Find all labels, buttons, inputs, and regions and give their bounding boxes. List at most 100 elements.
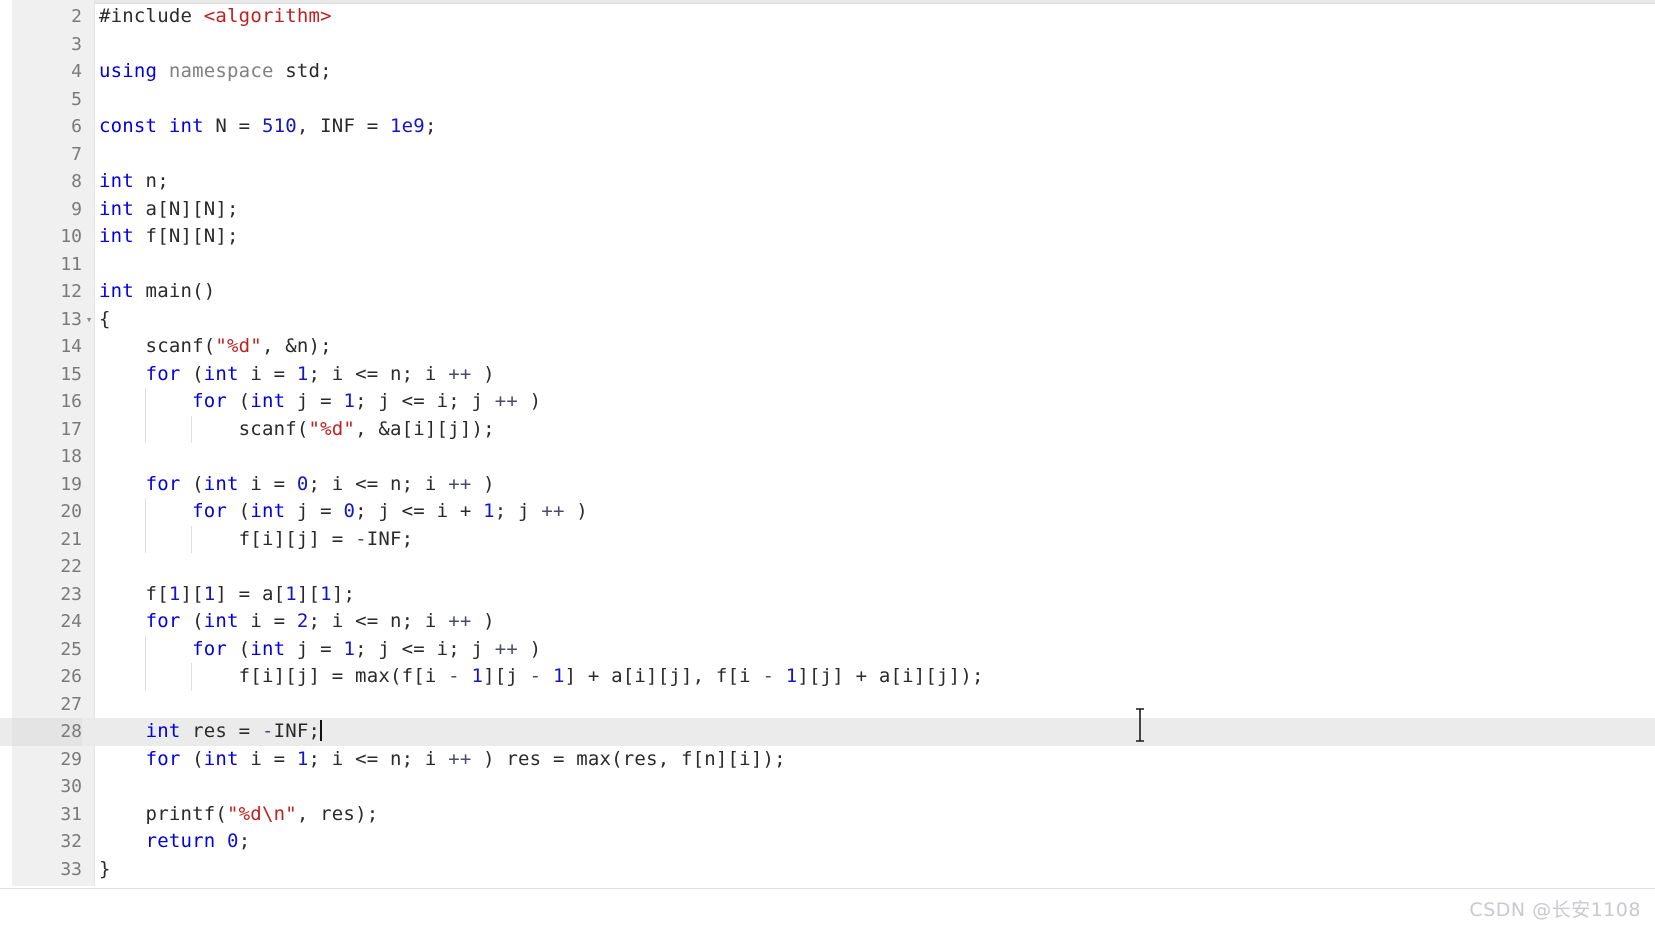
line-number[interactable]: 15 [12, 361, 82, 389]
code-line[interactable]: 3 [0, 31, 1655, 59]
line-number[interactable]: 4 [12, 58, 82, 86]
code-token: int [99, 225, 134, 247]
line-number[interactable]: 29 [12, 746, 82, 774]
code-token: { [99, 307, 111, 330]
code-token: ) [471, 362, 495, 385]
line-number[interactable]: 32 [12, 828, 82, 856]
code-token: ++ [448, 362, 472, 385]
line-number[interactable]: 17 [12, 416, 82, 444]
line-number[interactable]: 16 [12, 388, 82, 416]
code-token: j = [285, 390, 344, 412]
line-number[interactable]: 14 [12, 333, 82, 361]
code-token: , INF = [296, 115, 391, 137]
code-line[interactable]: 16 for (int j = 1; j <= i; j ++ ) [0, 388, 1655, 416]
code-line[interactable]: 32 return 0; [0, 828, 1655, 856]
code-line[interactable]: 27 [0, 691, 1655, 719]
line-number[interactable]: 2 [12, 3, 82, 31]
line-number[interactable]: 24 [12, 608, 82, 636]
code-token: i = [238, 472, 297, 495]
line-number[interactable]: 25 [12, 636, 82, 664]
line-number[interactable]: 11 [12, 251, 82, 279]
code-token: ; [424, 115, 437, 137]
code-line[interactable]: 5 [0, 86, 1655, 114]
code-line[interactable]: 31 printf("%d\n", res); [0, 801, 1655, 829]
line-number[interactable]: 30 [12, 773, 82, 801]
code-token: ; i <= n; i [308, 747, 449, 770]
code-line[interactable]: 21 f[i][j] = -INF; [0, 525, 1655, 554]
code-line[interactable]: 2 #include <algorithm> [0, 3, 1655, 31]
line-number[interactable]: 27 [12, 691, 82, 719]
code-line[interactable]: 33} [0, 856, 1655, 884]
code-line[interactable]: 23 f[1][1] = a[1][1]; [0, 581, 1655, 609]
code-line[interactable]: 25 for (int j = 1; j <= i; j ++ ) [0, 635, 1655, 664]
line-number[interactable]: 33 [12, 856, 82, 884]
fold-toggle-icon[interactable]: ▾ [84, 306, 94, 334]
line-number[interactable]: 18 [12, 443, 82, 471]
line-number[interactable]: 22 [12, 553, 82, 581]
line-number[interactable]: 20 [12, 498, 82, 526]
code-line[interactable]: 30 [0, 773, 1655, 801]
code-token: 1 [203, 582, 216, 605]
code-editor[interactable]: 2 #include <algorithm> 3 4 using namespace s… [0, 0, 1655, 930]
code-token: for [145, 747, 181, 770]
code-token: INF; [366, 527, 414, 550]
line-number[interactable]: 21 [12, 526, 82, 554]
code-line[interactable]: 17 scanf("%d", &a[i][j]); [0, 415, 1655, 444]
code-line[interactable]: 18 [0, 443, 1655, 471]
line-number[interactable]: 3 [12, 31, 82, 59]
code-line[interactable]: 4 using namespace std; [0, 58, 1655, 86]
code-line[interactable]: 22 [0, 553, 1655, 581]
code-line[interactable]: 7 [0, 141, 1655, 169]
code-token: using [99, 60, 169, 82]
code-token: 0 [227, 830, 239, 852]
line-number[interactable]: 23 [12, 581, 82, 609]
line-number[interactable]: 26 [12, 663, 82, 691]
code-text-area[interactable]: 2 #include <algorithm> 3 4 using namespace s… [0, 3, 1655, 886]
code-line[interactable]: 13 ▾{ [0, 306, 1655, 334]
code-line-text: printf("%d\n", res); [99, 801, 379, 829]
code-token: , &n); [261, 335, 332, 357]
code-line[interactable]: 24 for (int i = 2; i <= n; i ++ ) [0, 608, 1655, 636]
line-number[interactable]: 28 [12, 718, 82, 746]
code-line-text: for (int i = 1; i <= n; i ++ ) [99, 361, 495, 389]
code-token: 1 [483, 500, 495, 522]
line-number[interactable]: 8 [12, 168, 82, 196]
line-number[interactable]: 6 [12, 113, 82, 141]
code-line[interactable]: 9 int a[N][N]; [0, 196, 1655, 224]
line-number[interactable]: 5 [12, 86, 82, 114]
code-line[interactable]: 19 for (int i = 0; i <= n; i ++ ) [0, 471, 1655, 499]
code-line[interactable]: 26 f[i][j] = max(f[i - 1][j - 1] + a[i][… [0, 663, 1655, 691]
line-number[interactable]: 10 [12, 223, 82, 251]
line-number[interactable]: 12 [12, 278, 82, 306]
code-token: f[i][j] = max(f[i [99, 665, 449, 687]
code-token: 510 [261, 115, 297, 137]
code-line[interactable]: 14 scanf("%d", &n); [0, 333, 1655, 361]
line-number[interactable]: 19 [12, 471, 82, 499]
code-token: int [250, 500, 286, 522]
code-token: ; j <= i; j [355, 637, 495, 660]
code-line-text: for (int j = 1; j <= i; j ++ ) [99, 636, 541, 664]
line-number[interactable]: 31 [12, 801, 82, 829]
code-line[interactable]: 15 for (int i = 1; i <= n; i ++ ) [0, 361, 1655, 389]
code-line[interactable]: 12 int main() [0, 278, 1655, 306]
code-line[interactable]: 10 int f[N][N]; [0, 223, 1655, 251]
code-token: int [250, 637, 286, 660]
code-line-text: for (int i = 1; i <= n; i ++ ) res = max… [99, 746, 786, 774]
line-number[interactable]: 13 [12, 306, 82, 334]
code-line[interactable]: 29 for (int i = 1; i <= n; i ++ ) res = … [0, 746, 1655, 774]
code-line[interactable]: 6 const int N = 510, INF = 1e9; [0, 113, 1655, 141]
code-token: std; [285, 60, 332, 82]
line-number[interactable]: 7 [12, 141, 82, 169]
code-token: ( [227, 637, 251, 660]
code-token: "%d\n" [227, 802, 297, 825]
code-token: for [145, 362, 181, 385]
code-token: scanf( [99, 335, 216, 357]
code-line[interactable]: 11 [0, 251, 1655, 279]
code-line[interactable]: 20 for (int j = 0; j <= i + 1; j ++ ) [0, 498, 1655, 526]
line-number[interactable]: 9 [12, 196, 82, 224]
code-line[interactable]: 8 int n; [0, 168, 1655, 196]
code-line[interactable]: 28 int res = -INF; [0, 718, 1655, 746]
